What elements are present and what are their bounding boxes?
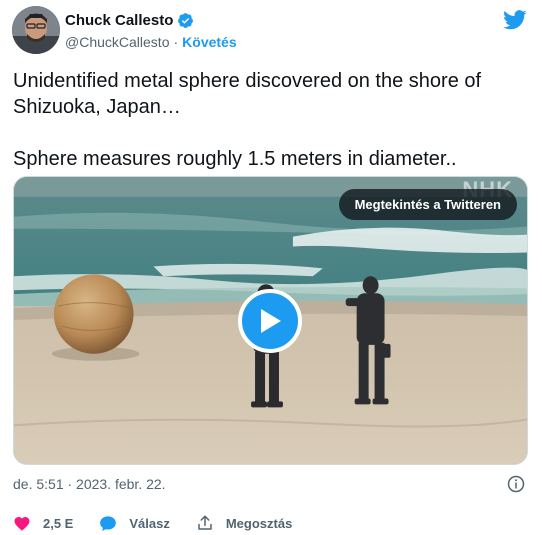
avatar-photo bbox=[12, 6, 60, 54]
info-icon[interactable] bbox=[507, 475, 525, 493]
heart-icon bbox=[14, 516, 30, 531]
author-name[interactable]: Chuck Callesto bbox=[65, 12, 194, 29]
reply-label: Válasz bbox=[129, 515, 170, 531]
reply-bubble-icon bbox=[100, 515, 117, 531]
share-upload-icon bbox=[198, 515, 212, 530]
author-handle-row: @ChuckCallesto · Követés bbox=[65, 34, 237, 50]
tweet-actions: 2,5 E Válasz Megosztás bbox=[13, 514, 318, 532]
like-count: 2,5 E bbox=[43, 515, 74, 531]
watch-on-twitter-button[interactable]: Megtekintés a Twitteren bbox=[338, 189, 517, 220]
video-media[interactable]: NHK Megtekintés a Twitteren bbox=[13, 176, 528, 465]
separator-dot: · bbox=[173, 34, 179, 50]
author-handle[interactable]: @ChuckCallesto bbox=[65, 34, 169, 50]
tweet-embed-card: Chuck Callesto @ChuckCallesto · Követés … bbox=[0, 0, 542, 535]
tweet-timestamp[interactable]: de. 5:51 · 2023. febr. 22. bbox=[13, 476, 166, 492]
reply-button[interactable]: Válasz bbox=[99, 515, 170, 532]
twitter-bird-icon[interactable] bbox=[503, 10, 527, 30]
verified-badge-icon bbox=[178, 13, 194, 28]
play-button[interactable] bbox=[238, 289, 302, 353]
follow-button[interactable]: Követés bbox=[182, 34, 236, 50]
avatar[interactable] bbox=[12, 6, 60, 54]
like-button[interactable]: 2,5 E bbox=[13, 515, 73, 531]
share-button[interactable]: Megosztás bbox=[196, 514, 292, 532]
share-label: Megosztás bbox=[225, 515, 293, 531]
tweet-text: Unidentified metal sphere discovered on … bbox=[13, 70, 482, 170]
play-icon bbox=[261, 309, 281, 333]
author-name-text: Chuck Callesto bbox=[65, 12, 174, 29]
